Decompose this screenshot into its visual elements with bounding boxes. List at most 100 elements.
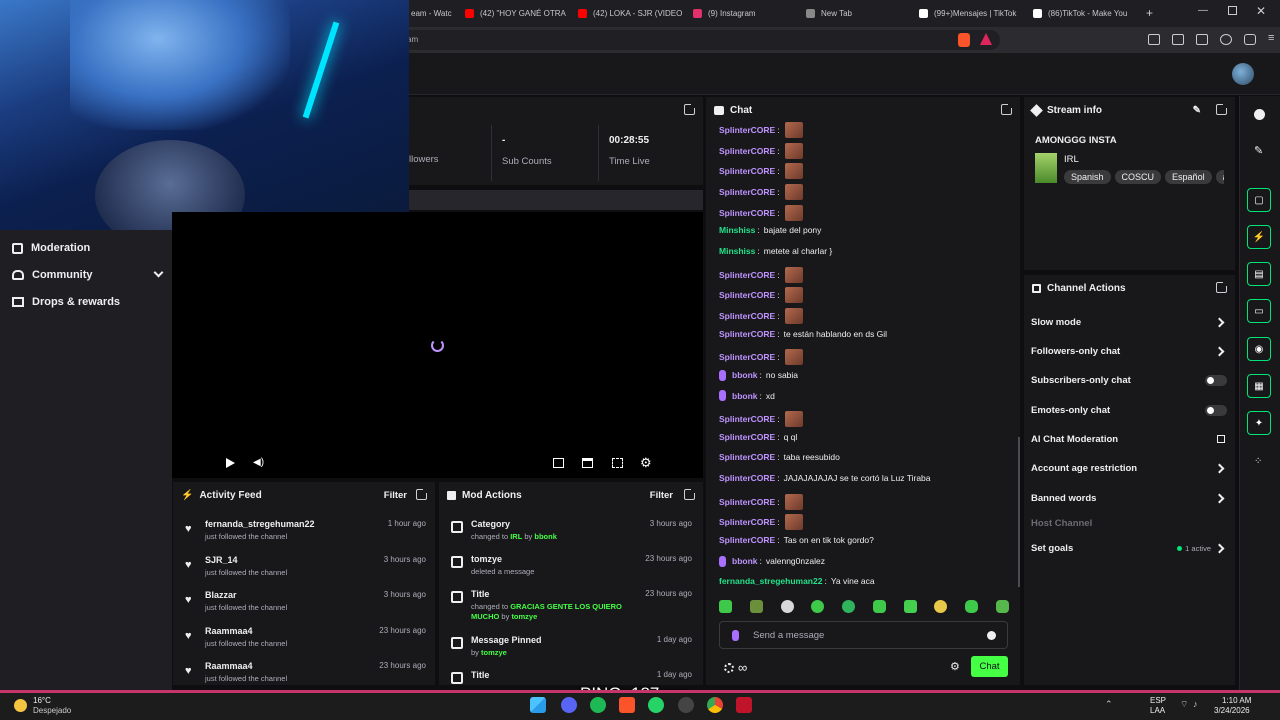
emote-icon[interactable] (842, 600, 856, 613)
chat-username[interactable]: SplinterCORE (719, 517, 775, 527)
popout-icon[interactable] (684, 488, 696, 500)
emote-icon[interactable] (784, 307, 803, 324)
chat-message[interactable]: bbonk: no sabia (719, 369, 798, 381)
chat-message[interactable]: bbonk: xd (719, 390, 775, 402)
discord-icon[interactable] (561, 697, 577, 713)
emote-icon[interactable] (811, 600, 825, 613)
chat-message[interactable]: SplinterCORE: (719, 122, 803, 138)
speaker-icon[interactable]: ♪ (1193, 699, 1198, 709)
emote-icon[interactable] (995, 600, 1009, 613)
clip-button[interactable]: ▢ (1247, 188, 1271, 212)
emoji-picker-icon[interactable] (987, 631, 996, 640)
settings-gear-icon[interactable]: ⚙ (640, 455, 652, 471)
toggle-switch[interactable] (1205, 404, 1227, 416)
chat-message[interactable]: SplinterCORE: (719, 349, 803, 366)
chat-username[interactable]: SplinterCORE (719, 452, 775, 462)
channel-action-row[interactable]: Slow mode (1031, 316, 1227, 328)
emote-icon[interactable] (784, 183, 803, 200)
weather-temp[interactable]: 16°C (33, 696, 51, 705)
chat-message[interactable]: SplinterCORE: (719, 287, 803, 304)
emote-icon[interactable] (784, 142, 803, 159)
chat-message[interactable]: SplinterCORE: (719, 514, 803, 531)
filter-button[interactable]: Filter (650, 490, 673, 501)
stream-tag[interactable]: a (1215, 170, 1224, 184)
browser-tab[interactable]: New Tab (806, 0, 906, 27)
close-window-icon[interactable]: ✕ (1256, 4, 1266, 18)
chat-message[interactable]: SplinterCORE: taba reesubido (719, 452, 840, 462)
pip-icon[interactable] (553, 458, 564, 468)
feed-item[interactable]: ♥ Blazzar just followed the channel 3 hours… (185, 590, 426, 612)
stream-tag[interactable]: Español (1165, 170, 1212, 184)
chat-username[interactable]: SplinterCORE (719, 432, 775, 442)
lightning-button[interactable]: ⚡ (1247, 225, 1271, 249)
brave-shield-icon[interactable] (958, 33, 970, 47)
chat-message[interactable]: Minshiss: metete al charlar } (719, 246, 832, 256)
chat-send-button[interactable]: Chat (971, 656, 1008, 677)
avatar[interactable] (1232, 63, 1254, 85)
tools-button[interactable]: ✦ (1247, 411, 1271, 435)
brave-rewards-icon[interactable] (980, 33, 992, 45)
popout-icon[interactable] (1216, 103, 1228, 115)
emote-icon[interactable] (934, 600, 948, 613)
mod-action-item[interactable]: Title 1 day ago (451, 670, 692, 684)
mod-action-item[interactable]: Title changed to GRACIAS GENTE LOS QUIERO… (451, 589, 692, 622)
channel-action-row[interactable]: Emotes-only chat (1031, 404, 1227, 416)
chat-username[interactable]: bbonk (732, 556, 758, 566)
whatsapp-icon[interactable] (648, 697, 664, 713)
minimize-icon[interactable]: — (1198, 5, 1208, 16)
browser-tab[interactable]: (86)TikTok - Make You (1033, 0, 1133, 27)
chat-message[interactable]: SplinterCORE: q ql (719, 432, 797, 442)
chevron-right-icon[interactable] (1214, 493, 1225, 503)
layout-button[interactable]: ▦ (1247, 374, 1271, 398)
menu-icon[interactable]: ≡ (1268, 33, 1280, 45)
chat-message[interactable]: SplinterCORE: (719, 307, 803, 324)
browser-tab[interactable]: (42) LOKA - SJR (VIDEO (578, 0, 684, 27)
chat-username[interactable]: Minshiss (719, 225, 755, 235)
channel-action-row[interactable]: Host Channel (1031, 517, 1227, 529)
mod-action-user[interactable]: tomzye (511, 612, 537, 621)
emote-icon[interactable] (872, 600, 886, 613)
chat-username[interactable]: SplinterCORE (719, 270, 775, 280)
chat-username[interactable]: SplinterCORE (719, 497, 775, 507)
emote-icon[interactable] (784, 493, 803, 510)
emote-icon[interactable] (780, 600, 794, 613)
feed-item[interactable]: ♥ SJR_14 just followed the channel 3 hours … (185, 555, 426, 577)
sidebar-item-community[interactable]: Community (12, 267, 164, 281)
mod-action-user[interactable]: tomzye (481, 648, 507, 657)
chat-username[interactable]: bbonk (732, 391, 758, 401)
stream-tag[interactable]: COSCU (1114, 170, 1162, 184)
chat-username[interactable]: fernanda_stregehuman22 (719, 576, 822, 586)
popout-icon[interactable] (1216, 281, 1228, 293)
chat-username[interactable]: SplinterCORE (719, 125, 775, 135)
channel-action-row[interactable]: Set goals 1 active (1031, 542, 1227, 554)
channel-action-row[interactable]: AI Chat Moderation (1031, 433, 1227, 445)
browser-tab[interactable]: (9) Instagram (693, 0, 796, 27)
infinity-icon[interactable]: ∞ (738, 660, 747, 675)
toggle-switch[interactable] (1205, 374, 1227, 386)
chat-message[interactable]: SplinterCORE: (719, 204, 803, 221)
emote-icon[interactable] (784, 122, 803, 138)
external-link-icon[interactable] (1217, 435, 1225, 443)
clock-time[interactable]: 1:10 AM (1222, 696, 1251, 705)
chat-username[interactable]: SplinterCORE (719, 208, 775, 218)
sidebar-item-drops[interactable]: Drops & rewards (12, 296, 120, 308)
emote-icon[interactable] (784, 514, 803, 531)
chat-message[interactable]: SplinterCORE: (719, 163, 803, 180)
chat-button[interactable]: ▭ (1247, 299, 1271, 323)
mic-icon[interactable] (732, 630, 739, 641)
chrome-icon[interactable] (707, 697, 723, 713)
chat-username[interactable]: bbonk (732, 370, 758, 380)
chat-username[interactable]: SplinterCORE (719, 166, 775, 176)
category-box-art[interactable] (1035, 153, 1057, 183)
edit-pencil-icon[interactable]: ✎ (1193, 105, 1201, 116)
chat-message[interactable]: Minshiss: bajate del pony (719, 225, 821, 235)
wallet-icon[interactable] (1196, 34, 1208, 45)
new-tab-icon[interactable]: + (1146, 6, 1153, 20)
video-player[interactable]: ◀) ⚙ (172, 212, 703, 478)
clock-date[interactable]: 3/24/2026 (1214, 706, 1250, 715)
chat-username[interactable]: SplinterCORE (719, 535, 775, 545)
emote-icon[interactable] (749, 600, 763, 613)
mod-action-item[interactable]: tomzye deleted a message 23 hours ago (451, 554, 692, 577)
emote-icon[interactable] (719, 600, 732, 613)
browser-tab[interactable]: (42) "HOY GANÉ OTRA (465, 0, 570, 27)
